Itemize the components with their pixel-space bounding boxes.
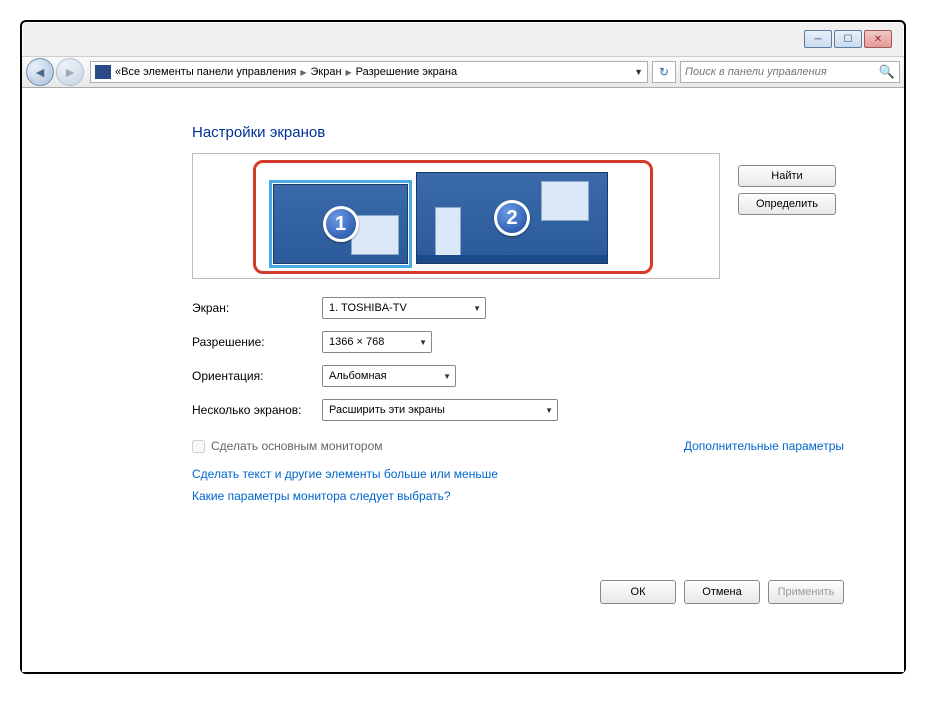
taskbar-icon xyxy=(417,255,607,263)
display-label: Экран: xyxy=(192,301,322,315)
content-area: Настройки экранов 1 2 xyxy=(22,88,904,672)
monitor-1[interactable]: 1 xyxy=(273,184,408,264)
breadcrumb-item[interactable]: Разрешение экрана xyxy=(356,66,457,78)
monitors-container: 1 2 xyxy=(273,172,608,264)
side-buttons: Найти Определить xyxy=(730,153,844,279)
orientation-select[interactable]: Альбомная ▼ xyxy=(322,365,456,387)
help-links: Сделать текст и другие элементы больше и… xyxy=(192,467,844,503)
display-row: Экран: 1. TOSHIBA-TV ▼ xyxy=(192,297,844,319)
chevron-right-icon: ▶ xyxy=(346,68,352,77)
ok-button[interactable]: ОК xyxy=(600,580,676,604)
nav-forward-button[interactable]: ► xyxy=(56,58,84,86)
resolution-select[interactable]: 1366 × 768 ▼ xyxy=(322,331,432,353)
orientation-row: Ориентация: Альбомная ▼ xyxy=(192,365,844,387)
chevron-down-icon: ▼ xyxy=(537,406,553,415)
resolution-value: 1366 × 768 xyxy=(329,336,384,348)
advanced-settings-link[interactable]: Дополнительные параметры xyxy=(684,439,844,453)
cancel-button[interactable]: Отмена xyxy=(684,580,760,604)
chevron-down-icon[interactable]: ▼ xyxy=(634,67,643,77)
search-box[interactable]: 🔍 xyxy=(680,61,900,83)
multiple-displays-value: Расширить эти экраны xyxy=(329,404,445,416)
refresh-button[interactable]: ↻ xyxy=(652,61,676,83)
search-icon[interactable]: 🔍 xyxy=(879,64,895,80)
monitor-number-badge: 2 xyxy=(494,200,530,236)
settings-form: Экран: 1. TOSHIBA-TV ▼ Разрешение: 1366 … xyxy=(192,297,844,421)
minimize-button[interactable]: ─ xyxy=(804,30,832,48)
chevron-down-icon: ▼ xyxy=(465,304,481,313)
dialog-buttons: ОК Отмена Применить xyxy=(600,580,844,604)
display-value: 1. TOSHIBA-TV xyxy=(329,302,407,314)
chevron-right-icon: ▶ xyxy=(300,68,306,77)
resolution-label: Разрешение: xyxy=(192,335,322,349)
preview-row: 1 2 Найти Определить xyxy=(192,153,844,279)
window-controls: ─ ☐ ✕ xyxy=(804,30,892,48)
text-size-link[interactable]: Сделать текст и другие элементы больше и… xyxy=(192,467,844,481)
breadcrumb-item[interactable]: Экран xyxy=(310,66,341,78)
nav-bar: ◄ ► « Все элементы панели управления ▶ Э… xyxy=(22,56,904,88)
orientation-label: Ориентация: xyxy=(192,369,322,383)
orientation-value: Альбомная xyxy=(329,370,387,382)
monitor-2[interactable]: 2 xyxy=(416,172,608,264)
breadcrumb-item[interactable]: Все элементы панели управления xyxy=(121,66,296,78)
chevron-down-icon: ▼ xyxy=(435,372,451,381)
make-main-label: Сделать основным монитором xyxy=(211,439,383,453)
multiple-displays-select[interactable]: Расширить эти экраны ▼ xyxy=(322,399,558,421)
make-main-checkbox[interactable] xyxy=(192,440,205,453)
which-settings-link[interactable]: Какие параметры монитора следует выбрать… xyxy=(192,489,844,503)
monitor-thumbnail-icon xyxy=(435,207,461,257)
apply-button[interactable]: Применить xyxy=(768,580,844,604)
close-button[interactable]: ✕ xyxy=(864,30,892,48)
control-panel-icon xyxy=(95,65,111,79)
search-input[interactable] xyxy=(685,66,879,78)
multiple-displays-label: Несколько экранов: xyxy=(192,403,322,417)
monitor-thumbnail-icon xyxy=(541,181,589,221)
monitor-number-badge: 1 xyxy=(323,206,359,242)
find-button[interactable]: Найти xyxy=(738,165,836,187)
maximize-button[interactable]: ☐ xyxy=(834,30,862,48)
display-select[interactable]: 1. TOSHIBA-TV ▼ xyxy=(322,297,486,319)
resolution-row: Разрешение: 1366 × 768 ▼ xyxy=(192,331,844,353)
chevron-down-icon: ▼ xyxy=(411,338,427,347)
identify-button[interactable]: Определить xyxy=(738,193,836,215)
window-frame: ─ ☐ ✕ ◄ ► « Все элементы панели управлен… xyxy=(20,20,906,674)
multiple-displays-row: Несколько экранов: Расширить эти экраны … xyxy=(192,399,844,421)
breadcrumb[interactable]: « Все элементы панели управления ▶ Экран… xyxy=(90,61,648,83)
display-preview[interactable]: 1 2 xyxy=(192,153,720,279)
page-title: Настройки экранов xyxy=(192,124,844,141)
checkbox-row: Сделать основным монитором Дополнительны… xyxy=(192,439,844,453)
nav-back-button[interactable]: ◄ xyxy=(26,58,54,86)
